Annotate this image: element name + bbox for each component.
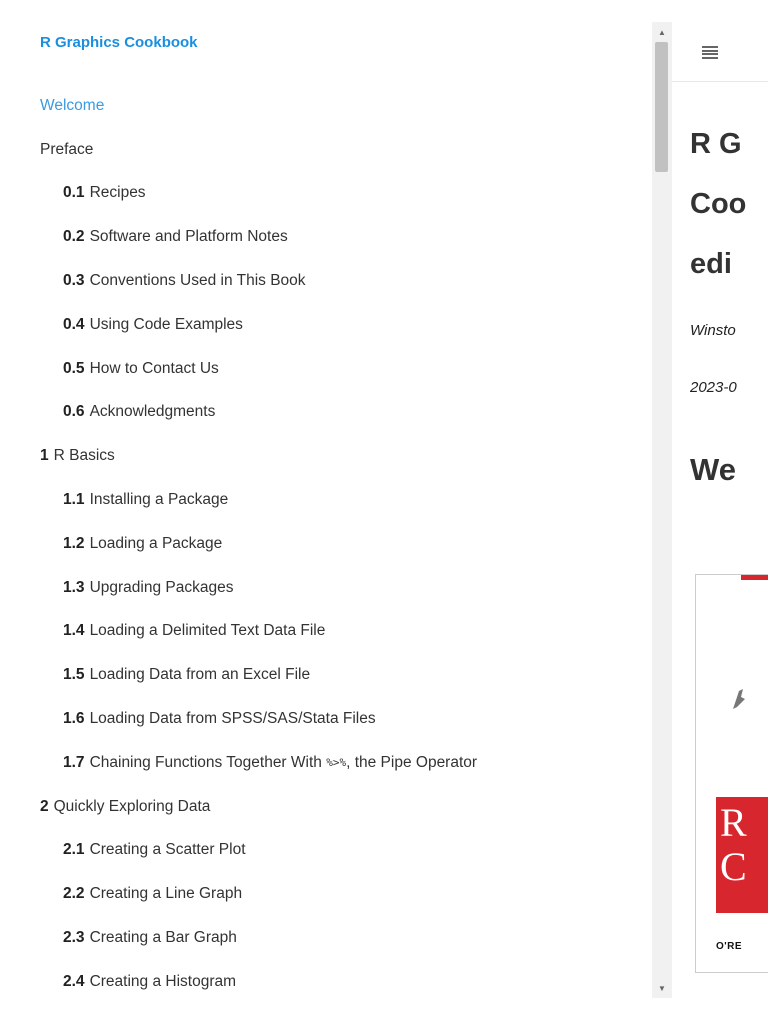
toc-item-label: Conventions Used in This Book (89, 272, 306, 290)
toc-item-number: 2.3 (63, 929, 85, 947)
toc-item[interactable]: 1.6 Loading Data from SPSS/SAS/Stata File… (0, 697, 652, 741)
toc-item[interactable]: 0.4 Using Code Examples (0, 303, 652, 347)
toc-item-label: Loading a Delimited Text Data File (89, 622, 326, 640)
toc-item[interactable]: 1R Basics (0, 434, 652, 478)
toc-item-label: Installing a Package (89, 491, 229, 509)
toc-item-label: Creating a Histogram (89, 972, 237, 990)
toc-item-label: Loading Data from SPSS/SAS/Stata Files (89, 710, 376, 728)
toc-item[interactable]: Welcome (0, 84, 652, 128)
date: 2023-0 (690, 379, 737, 396)
toc-item[interactable]: 2.2 Creating a Line Graph (0, 872, 652, 916)
cover-red-stripe (741, 575, 768, 580)
toc-item-number: 0.4 (63, 315, 85, 333)
sidebar-scrollbar[interactable]: ▲ ▼ (652, 22, 672, 998)
cover-bird-illustration (733, 689, 745, 709)
toc-item[interactable]: 0.1 Recipes (0, 172, 652, 216)
scroll-up-arrow-icon[interactable]: ▲ (652, 24, 672, 40)
toc-item-label-suffix: , the Pipe Operator (346, 753, 478, 771)
page-title-line-1: R G (690, 128, 742, 160)
cover-letter: R (720, 800, 747, 845)
toc-item-label: Using Code Examples (89, 315, 243, 333)
author: Winsto (690, 322, 736, 339)
toc-item-number: 0.6 (63, 403, 85, 421)
toc-item[interactable]: 0.5 How to Contact Us (0, 347, 652, 391)
toc-item-number: 0.2 (63, 228, 85, 246)
toc-item-number: 0.5 (63, 359, 85, 377)
toc-item-number: 1.1 (63, 491, 85, 509)
toc-item-label: Upgrading Packages (89, 578, 234, 596)
toc-item-label: Chaining Functions Together With (89, 753, 327, 771)
toc-item-label: Creating a Scatter Plot (89, 841, 246, 859)
toc-item-number: 1.5 (63, 666, 85, 684)
toc-item-number: 1.6 (63, 710, 85, 728)
toc-item-number: 2 (40, 797, 49, 815)
toc-item-label: Preface (40, 140, 94, 158)
toc-item-number: 2.4 (63, 972, 85, 990)
toolbar (672, 22, 768, 82)
toc-item[interactable]: 1.1 Installing a Package (0, 478, 652, 522)
toc-item-label: Software and Platform Notes (89, 228, 288, 246)
toc-item[interactable]: 2.1 Creating a Scatter Plot (0, 829, 652, 873)
toc-item-label: Creating a Bar Graph (89, 929, 237, 947)
toc-item-number: 1.7 (63, 753, 85, 771)
toc-item-label: R Basics (53, 447, 115, 465)
toc-item-code: %>% (326, 756, 347, 770)
cover-publisher: O'RE (716, 941, 743, 952)
toc-item-label: Welcome (40, 96, 105, 114)
toc-item[interactable]: 1.7 Chaining Functions Together With %>%,… (0, 741, 652, 785)
scroll-down-arrow-icon[interactable]: ▼ (652, 980, 672, 996)
toc-item-label: Recipes (89, 184, 146, 202)
toc-item[interactable]: 0.2 Software and Platform Notes (0, 215, 652, 259)
toc-item[interactable]: 2.3 Creating a Bar Graph (0, 916, 652, 960)
cover-title-block: RC (716, 797, 768, 913)
toc-item[interactable]: 1.5 Loading Data from an Excel File (0, 653, 652, 697)
toc-item[interactable]: 2 Quickly Exploring Data (0, 785, 652, 829)
scrollbar-thumb[interactable] (655, 42, 668, 172)
toc-item[interactable]: 2.4 Creating a Histogram (0, 960, 652, 1004)
toc-item-label: Acknowledgments (89, 403, 216, 421)
page-content: R G Coo edi Winsto 2023-0 We (690, 114, 768, 488)
toc-item[interactable]: Preface (0, 128, 652, 172)
toc-item-number: 1 (40, 447, 49, 465)
toc-item-label: Quickly Exploring Data (53, 797, 211, 815)
table-of-contents: Welcome Preface 0.1 Recipes 0.2 Software and … (0, 84, 652, 1004)
toc-item[interactable]: 0.6 Acknowledgments (0, 391, 652, 435)
sidebar: R Graphics Cookbook Welcome Preface 0.1 Rec… (0, 0, 652, 1024)
page-title-line-3: edi (690, 248, 732, 280)
toc-item[interactable]: 1.3 Upgrading Packages (0, 566, 652, 610)
toc-item-label: Loading a Package (89, 534, 223, 552)
toc-item[interactable]: 1.4 Loading a Delimited Text Data File (0, 610, 652, 654)
toc-item-number: 0.3 (63, 272, 85, 290)
toc-item-number: 1.4 (63, 622, 85, 640)
book-title-link[interactable]: R Graphics Cookbook (40, 34, 198, 51)
page-title-line-2: Coo (690, 188, 747, 220)
toc-item-label: Loading Data from an Excel File (89, 666, 311, 684)
hamburger-menu-icon[interactable] (702, 46, 718, 59)
toc-item-number: 2.2 (63, 885, 85, 903)
toc-item-number: 2.1 (63, 841, 85, 859)
welcome-heading: We (690, 452, 736, 487)
toc-item-label: Creating a Line Graph (89, 885, 243, 903)
toc-item-label: How to Contact Us (89, 359, 219, 377)
toc-item-number: 0.1 (63, 184, 85, 202)
toc-item[interactable]: 1.2 Loading a Package (0, 522, 652, 566)
book-cover-image: RC O'RE (695, 574, 768, 973)
cover-letter: C (720, 844, 747, 889)
toc-item-number: 1.3 (63, 578, 85, 596)
main-content: R G Coo edi Winsto 2023-0 We RC O'RE (672, 22, 768, 998)
toc-item[interactable]: 0.3 Conventions Used in This Book (0, 259, 652, 303)
toc-item-number: 1.2 (63, 534, 85, 552)
